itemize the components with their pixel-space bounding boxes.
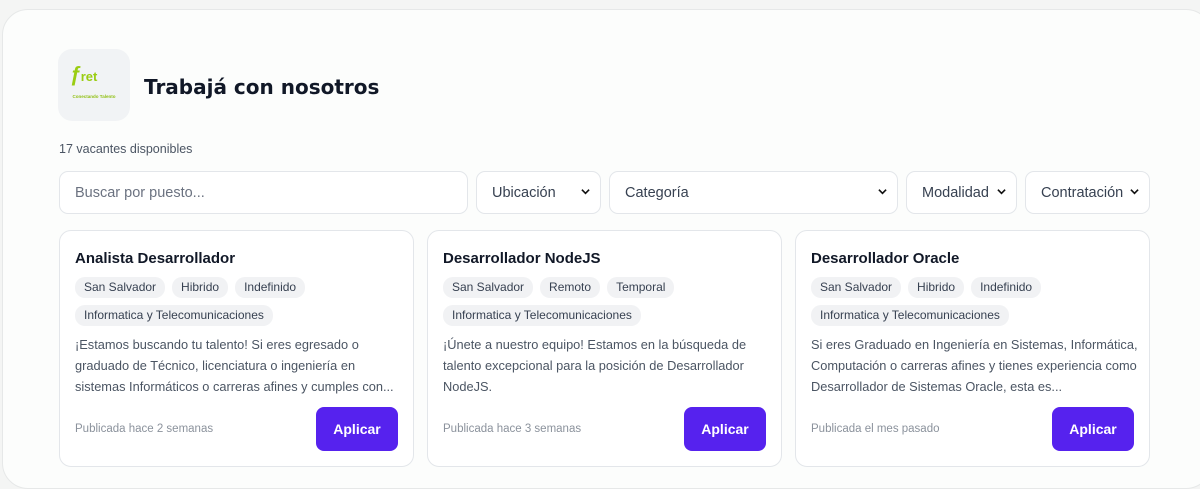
job-card-desarrollador-nodejs[interactable]: Desarrollador NodeJS San Salvador Remoto… [427, 230, 782, 467]
tag-contract: Indefinido [235, 277, 306, 298]
category-select[interactable]: Categoría [609, 171, 898, 214]
location-select[interactable]: Ubicación [476, 171, 601, 214]
logo-text: ret [80, 69, 98, 84]
apply-button[interactable]: Aplicar [316, 407, 398, 451]
job-card-analista-desarrollador[interactable]: Analista Desarrollador San Salvador Hibr… [59, 230, 414, 467]
contract-select-value: Contratación [1041, 184, 1124, 201]
tag-contract: Indefinido [971, 277, 1042, 298]
chevron-down-icon [997, 189, 1006, 195]
tag-modality: Hibrido [908, 277, 965, 298]
tag-location: San Salvador [75, 277, 166, 298]
job-tags: San Salvador Hibrido Indefinido Informat… [811, 277, 1141, 326]
apply-button[interactable]: Aplicar [1052, 407, 1134, 451]
chevron-down-icon [878, 189, 887, 195]
job-description: Si eres Graduado en Ingeniería en Sistem… [811, 337, 1138, 394]
job-description: ¡Únete a nuestro equipo! Estamos en la b… [443, 337, 747, 394]
job-tags: San Salvador Hibrido Indefinido Informat… [75, 277, 405, 326]
tag-category: Informatica y Telecomunicaciones [443, 305, 641, 326]
tag-modality: Remoto [540, 277, 601, 298]
job-posted-date: Publicada el mes pasado [811, 423, 940, 435]
modality-select[interactable]: Modalidad [906, 171, 1017, 214]
job-title: Desarrollador NodeJS [443, 250, 601, 267]
logo-f-icon: ƒ [70, 63, 82, 86]
location-select-value: Ubicación [492, 184, 556, 201]
page-title: Trabajá con nosotros [144, 75, 380, 99]
job-card-desarrollador-oracle[interactable]: Desarrollador Oracle San Salvador Hibrid… [795, 230, 1150, 467]
contract-select[interactable]: Contratación [1025, 171, 1150, 214]
job-title: Desarrollador Oracle [811, 250, 960, 267]
job-description: ¡Estamos buscando tu talento! Si eres eg… [75, 337, 394, 394]
company-logo: ƒret Conectando Talento [58, 49, 130, 121]
vacancy-count: 17 vacantes disponibles [59, 142, 193, 156]
job-title: Analista Desarrollador [75, 250, 236, 267]
tag-category: Informatica y Telecomunicaciones [75, 305, 273, 326]
logo-mark: ƒret [70, 63, 97, 87]
logo-tagline: Conectando Talento [72, 94, 116, 99]
search-placeholder: Buscar por puesto... [75, 184, 205, 201]
search-input[interactable]: Buscar por puesto... [59, 171, 468, 214]
tag-contract: Temporal [607, 277, 675, 298]
tag-location: San Salvador [811, 277, 902, 298]
tag-location: San Salvador [443, 277, 534, 298]
job-tags: San Salvador Remoto Temporal Informatica… [443, 277, 773, 326]
tag-modality: Hibrido [172, 277, 229, 298]
chevron-down-icon [581, 189, 590, 195]
job-posted-date: Publicada hace 3 semanas [443, 423, 582, 435]
job-posted-date: Publicada hace 2 semanas [75, 423, 214, 435]
chevron-down-icon [1130, 189, 1139, 195]
tag-category: Informatica y Telecomunicaciones [811, 305, 1009, 326]
category-select-value: Categoría [625, 184, 689, 201]
modality-select-value: Modalidad [922, 184, 989, 201]
apply-button[interactable]: Aplicar [684, 407, 766, 451]
